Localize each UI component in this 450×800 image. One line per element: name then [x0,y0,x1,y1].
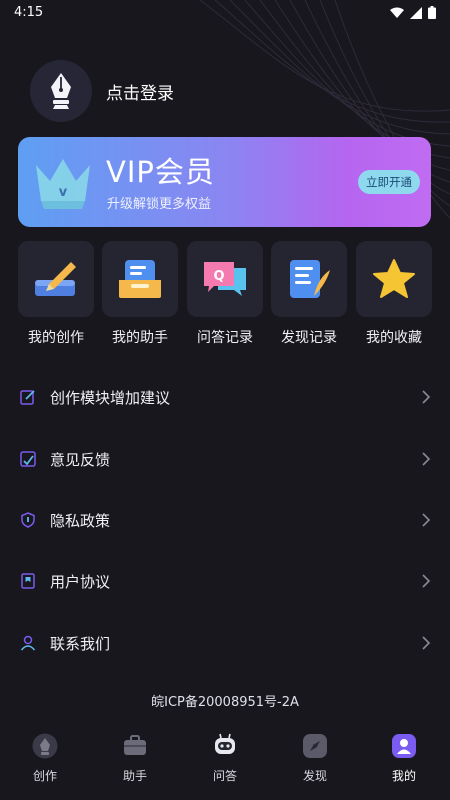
status-bar: 4:15 [0,0,450,26]
tab-discover[interactable]: 发现 [275,725,355,800]
tab-assistant[interactable]: 助手 [95,725,175,800]
vip-banner[interactable]: v VIP会员 升级解锁更多权益 立即开通 [18,137,431,227]
menu-item-contact[interactable]: 联系我们 [0,613,450,673]
chevron-right-icon [422,636,431,650]
menu-item-user-agreement[interactable]: 用户协议 [0,551,450,611]
user-icon [20,635,36,651]
vip-open-button[interactable]: 立即开通 [358,170,420,194]
chevron-right-icon [422,390,431,404]
shortcut-tile[interactable] [356,241,432,317]
vip-title: VIP会员 [106,155,215,189]
star-icon [373,259,415,298]
signal-icon [410,6,422,19]
tab-label: 发现 [302,769,327,783]
chevron-right-icon [422,452,431,466]
menu-item-label: 用户协议 [50,572,111,591]
menu-item-feedback[interactable]: 意见反馈 [0,429,450,489]
feedback-icon [20,451,36,467]
tab-create[interactable]: 创作 [5,725,85,800]
tab-label: 问答 [212,769,237,783]
menu-item-label: 创作模块增加建议 [50,388,171,407]
shortcut-tile[interactable]: Q [187,241,263,317]
compass-icon [302,733,328,759]
briefcase-icon [122,733,148,759]
bottom-tab-bar: 创作 助手 问答 发现 我的 [0,725,450,800]
shortcut-my-favorites[interactable]: 我的收藏 [356,241,432,351]
battery-icon [428,6,436,19]
bookmark-icon [21,573,35,589]
menu-item-suggestion[interactable]: 创作模块增加建议 [0,367,450,427]
chevron-right-icon [422,513,431,527]
profile-icon [391,733,417,759]
vip-subtitle: 升级解锁更多权益 [107,197,212,212]
icp-license: 皖ICP备20008951号-2A [151,695,299,710]
login-area[interactable]: 点击登录 [30,60,174,122]
crown-icon: v [36,159,90,209]
shortcut-tile[interactable] [102,241,178,317]
shortcut-label: 我的创作 [28,330,84,346]
robot-icon [212,733,238,759]
svg-text:Q: Q [213,269,224,284]
shortcut-label: 问答记录 [197,330,253,346]
assistant-box-icon [119,260,161,298]
document-quill-icon [290,260,330,298]
shortcut-my-assistant[interactable]: 我的助手 [102,241,178,351]
status-icons [390,6,436,19]
pen-paper-icon [35,262,76,296]
login-label[interactable]: 点击登录 [106,79,174,104]
shortcut-grid: 我的创作 我的助手 Q 问答记录 发现记录 我的收藏 [18,241,432,351]
shortcut-tile[interactable] [271,241,347,317]
shortcut-my-creations[interactable]: 我的创作 [18,241,94,351]
shortcut-tile[interactable] [18,241,94,317]
avatar[interactable] [30,60,92,122]
tab-qa[interactable]: 问答 [185,725,265,800]
shortcut-label: 我的助手 [112,330,168,346]
menu-item-label: 隐私政策 [50,511,111,530]
edit-icon [20,390,35,405]
tab-label: 创作 [32,769,57,783]
shortcut-qa-history[interactable]: Q 问答记录 [187,241,263,351]
pen-nib-icon [32,733,58,759]
wifi-icon [390,7,404,18]
menu-item-label: 意见反馈 [50,450,111,469]
menu-item-privacy[interactable]: 隐私政策 [0,490,450,550]
status-time: 4:15 [14,5,44,20]
vip-badge-letter: v [59,185,68,200]
shield-icon [21,512,35,528]
shortcut-discover-history[interactable]: 发现记录 [271,241,347,351]
shortcut-label: 我的收藏 [366,330,422,346]
tab-mine[interactable]: 我的 [364,725,444,800]
chevron-right-icon [422,574,431,588]
pen-nib-icon [51,73,71,109]
tab-label: 我的 [391,769,416,783]
menu-item-label: 联系我们 [50,634,111,653]
qa-chat-icon: Q [204,262,246,296]
shortcut-label: 发现记录 [281,330,337,346]
tab-label: 助手 [122,769,147,783]
